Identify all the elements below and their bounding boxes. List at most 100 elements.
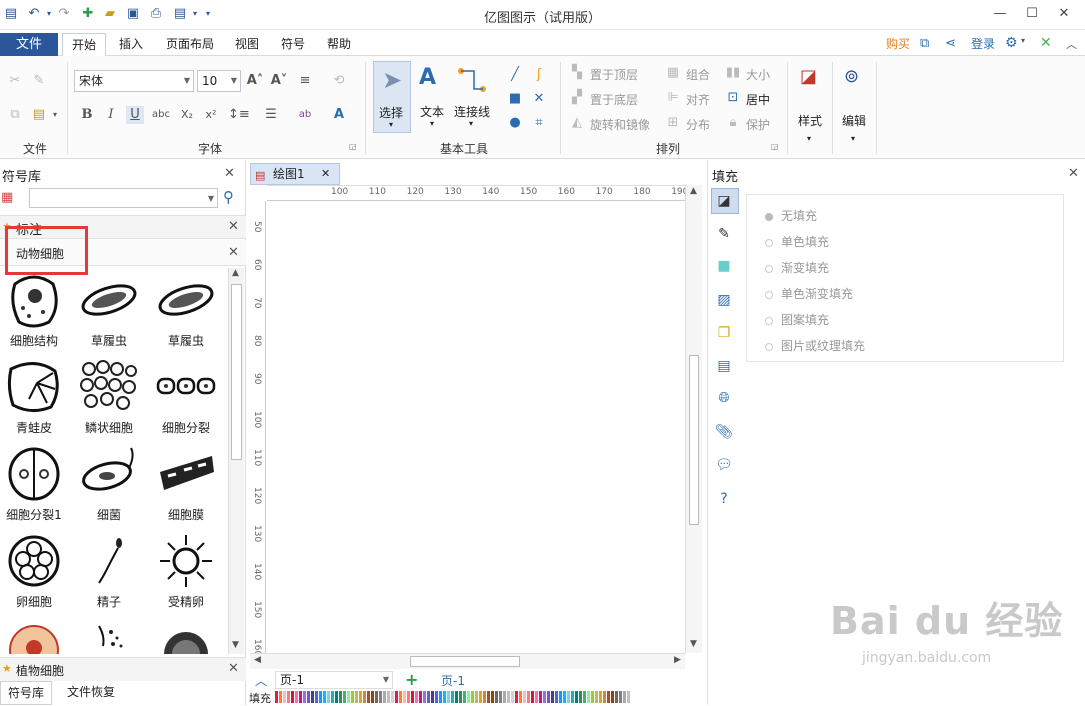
color-swatch[interactable] (619, 691, 622, 703)
color-swatch[interactable] (387, 691, 390, 703)
fill-option-none[interactable]: 无填充 (765, 207, 817, 224)
color-swatch[interactable] (359, 691, 362, 703)
close-panel-icon[interactable]: ✕ (224, 166, 235, 181)
color-swatch[interactable] (499, 691, 502, 703)
align-button[interactable]: 对齐 (686, 91, 710, 108)
text-highlight-icon[interactable]: ab (296, 106, 314, 124)
color-swatch[interactable] (427, 691, 430, 703)
shadow-icon[interactable]: ■ (714, 256, 734, 276)
shape-partial-1[interactable] (0, 618, 70, 654)
scroll-thumb[interactable] (410, 656, 520, 667)
font-name-select[interactable]: 宋体 ▼ (74, 70, 194, 92)
color-swatch[interactable] (295, 691, 298, 703)
color-swatch[interactable] (507, 691, 510, 703)
color-swatch[interactable] (319, 691, 322, 703)
color-swatch[interactable] (583, 691, 586, 703)
tab-file-recovery[interactable]: 文件恢复 (56, 681, 126, 705)
bring-front-button[interactable]: 置于顶层 (590, 66, 638, 83)
crosshair-icon[interactable]: ✕ (530, 90, 548, 108)
library-scrollbar[interactable]: ▲ ▼ (228, 268, 244, 654)
color-swatches[interactable] (275, 691, 631, 703)
color-swatch[interactable] (587, 691, 590, 703)
library-search-input[interactable]: ▼ (29, 188, 218, 208)
crop-icon[interactable]: ⌗ (530, 114, 548, 132)
font-color-icon[interactable]: A (330, 106, 348, 124)
shape-paramecium[interactable]: 草履虫 (73, 270, 145, 354)
italic-icon[interactable]: I (102, 106, 120, 124)
color-swatch[interactable] (551, 691, 554, 703)
color-swatch[interactable] (411, 691, 414, 703)
color-swatch[interactable] (279, 691, 282, 703)
close-window-icon[interactable]: ✕ (1054, 4, 1074, 24)
search-icon[interactable]: ⚲ (223, 188, 234, 206)
collapse-ribbon-icon[interactable]: ︿ (1066, 36, 1077, 52)
settings-dropdown-icon[interactable]: ▾ (1021, 36, 1025, 45)
color-swatch[interactable] (363, 691, 366, 703)
protect-button[interactable]: 保护 (746, 116, 770, 133)
canvas-vertical-scrollbar[interactable]: ▲ ▼ (685, 185, 702, 653)
strikethrough-icon[interactable]: abc (150, 106, 172, 124)
shape-fertilized-egg[interactable]: 受精卵 (150, 531, 222, 615)
color-swatch[interactable] (307, 691, 310, 703)
settings-gear-icon[interactable]: ⚙ (1005, 35, 1018, 51)
color-swatch[interactable] (311, 691, 314, 703)
hyperlink-icon[interactable]: 🌐︎ (714, 388, 734, 408)
color-swatch[interactable] (467, 691, 470, 703)
library-grid-icon[interactable]: ▦ (1, 190, 13, 205)
text-tool-button[interactable]: A 文本 ▾ (415, 61, 451, 133)
scroll-left-icon[interactable]: ◀ (254, 655, 261, 665)
subscript-icon[interactable]: X₂ (178, 106, 196, 124)
curve-icon[interactable]: ʃ (530, 66, 548, 84)
color-swatch[interactable] (491, 691, 494, 703)
tab-home[interactable]: 开始 (62, 33, 106, 56)
color-swatch[interactable] (595, 691, 598, 703)
color-swatch[interactable] (303, 691, 306, 703)
grow-font-icon[interactable]: A˄ (246, 72, 264, 90)
color-swatch[interactable] (351, 691, 354, 703)
arrange-dialog-launcher-icon[interactable]: ◲ (771, 142, 779, 151)
document-tab[interactable]: ▤ 绘图1 ✕ (250, 163, 340, 185)
maximize-icon[interactable]: ☐ (1022, 4, 1042, 24)
color-swatch[interactable] (275, 691, 278, 703)
select-tool-button[interactable]: ➤ 选择 ▾ (373, 61, 411, 133)
shape-bacteria[interactable]: 细菌 (73, 444, 145, 528)
color-swatch[interactable] (511, 691, 514, 703)
tab-view[interactable]: 视图 (228, 33, 266, 56)
style-button[interactable]: ◪ 样式 ▾ (792, 64, 828, 150)
close-tab-icon[interactable]: ✕ (321, 164, 330, 184)
scroll-up-icon[interactable]: ▲ (232, 268, 239, 278)
color-swatch[interactable] (439, 691, 442, 703)
bullets-icon[interactable]: ☰ (262, 106, 280, 124)
ellipse-icon[interactable]: ● (506, 114, 524, 132)
align-text-icon[interactable]: ≡ (296, 72, 314, 90)
color-swatch[interactable] (343, 691, 346, 703)
line-spacing-icon[interactable]: ↕≡ (228, 106, 250, 124)
minimize-icon[interactable]: — (990, 4, 1010, 24)
scroll-thumb[interactable] (689, 355, 699, 525)
color-swatch[interactable] (331, 691, 334, 703)
shape-partial-3[interactable] (150, 618, 222, 654)
scroll-down-icon[interactable]: ▼ (232, 640, 239, 650)
canvas-horizontal-scrollbar[interactable]: ◀ ▶ (250, 653, 685, 669)
line-style-icon[interactable]: ✎ (714, 224, 734, 244)
color-swatch[interactable] (527, 691, 530, 703)
shape-cell-division[interactable]: 细胞分裂 (150, 357, 222, 441)
color-swatch[interactable] (423, 691, 426, 703)
rotate-mirror-button[interactable]: 旋转和镜像 (590, 116, 650, 133)
library-header-plant-cell[interactable]: ★ 植物细胞 ✕ (0, 657, 246, 681)
buy-link[interactable]: 购买 (882, 33, 914, 56)
fill-option-picture[interactable]: 图片或纹理填充 (765, 337, 865, 354)
tab-symbol[interactable]: 符号 (274, 33, 312, 56)
close-library-icon[interactable]: ✕ (228, 219, 239, 234)
fill-bucket-icon[interactable]: ◪ (714, 191, 734, 211)
color-swatch[interactable] (539, 691, 542, 703)
page-tab[interactable]: 页-1 (441, 672, 465, 689)
color-swatch[interactable] (367, 691, 370, 703)
connector-tool-button[interactable]: 连接线 ▾ (452, 61, 494, 133)
color-swatch[interactable] (355, 691, 358, 703)
color-swatch[interactable] (451, 691, 454, 703)
shape-sperm[interactable]: 精子 (73, 531, 145, 615)
color-swatch[interactable] (327, 691, 330, 703)
layers-icon[interactable]: ❐ (714, 323, 734, 343)
color-swatch[interactable] (383, 691, 386, 703)
